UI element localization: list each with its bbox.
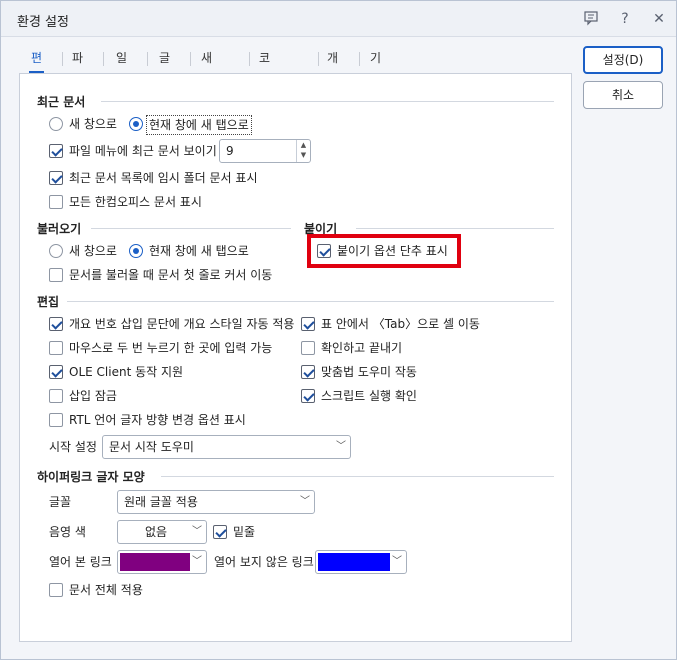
shade-color-select[interactable]: 없음 ﹀ bbox=[117, 520, 207, 544]
unvisited-color-swatch bbox=[318, 553, 390, 571]
spin-arrows-icon[interactable]: ▲ ▼ bbox=[296, 140, 310, 162]
checkbox[interactable] bbox=[49, 365, 63, 379]
radio-label: 현재 창에 새 탭으로 bbox=[149, 244, 249, 258]
section-divider bbox=[91, 228, 291, 229]
tab-separator bbox=[190, 52, 191, 66]
checkbox-label: 모든 한컴오피스 문서 표시 bbox=[69, 195, 202, 209]
section-divider bbox=[67, 301, 554, 302]
checkbox[interactable] bbox=[49, 171, 63, 185]
checkbox-label: 맞춤법 도우미 작동 bbox=[321, 365, 417, 379]
checkbox[interactable] bbox=[49, 341, 63, 355]
checkbox[interactable] bbox=[213, 525, 227, 539]
start-setting-value: 문서 시작 도우미 bbox=[109, 440, 194, 454]
checkbox-label: 최근 문서 목록에 임시 폴더 문서 표시 bbox=[69, 171, 258, 185]
tab-edit[interactable]: 편집 bbox=[29, 47, 45, 87]
checkbox-label: 개요 번호 삽입 문단에 개요 스타일 자동 적용 bbox=[69, 317, 295, 331]
tab-etc[interactable]: 기타 bbox=[368, 47, 383, 87]
radio-label: 새 창으로 bbox=[69, 244, 117, 258]
chevron-down-icon: ﹀ bbox=[336, 441, 346, 452]
checkbox[interactable] bbox=[49, 583, 63, 597]
checkbox[interactable] bbox=[49, 144, 63, 158]
tab-separator bbox=[249, 52, 250, 66]
section-divider bbox=[161, 476, 554, 477]
checkbox[interactable] bbox=[301, 317, 315, 331]
shade-color-label: 음영 색 bbox=[49, 525, 86, 539]
title-bar: 환경 설정 ? ✕ bbox=[1, 1, 676, 37]
radio-button[interactable] bbox=[129, 117, 143, 131]
radio-label: 새 창으로 bbox=[69, 117, 117, 131]
visited-color-swatch bbox=[120, 553, 190, 571]
checkbox[interactable] bbox=[49, 389, 63, 403]
checkbox[interactable] bbox=[317, 244, 331, 258]
close-icon[interactable]: ✕ bbox=[650, 10, 668, 28]
chevron-down-icon: ﹀ bbox=[392, 556, 402, 567]
start-setting-label: 시작 설정 bbox=[49, 440, 97, 454]
recent-count-value: 9 bbox=[226, 144, 234, 158]
checkbox[interactable] bbox=[301, 389, 315, 403]
tab-font[interactable]: 글꼴 bbox=[157, 47, 172, 87]
chevron-down-icon: ﹀ bbox=[192, 526, 202, 537]
settings-dialog: 환경 설정 ? ✕ 편집 파일 일반 글꼴 새 문서 코드 형식 개체 기타 설… bbox=[0, 0, 677, 660]
tab-file[interactable]: 파일 bbox=[70, 47, 85, 87]
hyperlink-heading: 하이퍼링크 글자 모양 bbox=[37, 470, 145, 484]
tab-code-format[interactable]: 코드 형식 bbox=[257, 47, 272, 131]
checkbox[interactable] bbox=[49, 268, 63, 282]
checkbox-label: 확인하고 끝내기 bbox=[321, 341, 403, 355]
chevron-down-icon: ﹀ bbox=[300, 496, 310, 507]
visited-link-color-select[interactable]: ﹀ bbox=[117, 550, 207, 574]
tab-separator bbox=[147, 52, 148, 66]
tab-separator bbox=[318, 52, 319, 66]
radio-button[interactable] bbox=[49, 117, 63, 131]
tab-general[interactable]: 일반 bbox=[114, 47, 129, 87]
recent-documents-heading: 최근 문서 bbox=[37, 95, 86, 109]
hyperlink-font-label: 글꼴 bbox=[49, 495, 72, 509]
open-heading: 불러오기 bbox=[37, 222, 82, 236]
ok-button[interactable]: 설정(D) bbox=[583, 46, 663, 74]
visited-link-label: 열어 본 링크 bbox=[49, 555, 112, 569]
edit-heading: 편집 bbox=[37, 295, 60, 309]
chevron-down-icon: ﹀ bbox=[192, 556, 202, 567]
checkbox-label: RTL 언어 글자 방향 변경 옵션 표시 bbox=[69, 413, 246, 427]
start-setting-select[interactable]: 문서 시작 도우미 ﹀ bbox=[102, 435, 351, 459]
section-divider bbox=[356, 228, 554, 229]
checkbox-label: 파일 메뉴에 최근 문서 보이기 bbox=[69, 144, 217, 158]
tab-separator bbox=[359, 52, 360, 66]
checkbox-label: 표 안에서 〈Tab〉으로 셀 이동 bbox=[321, 317, 480, 331]
radio-button[interactable] bbox=[49, 244, 63, 258]
shade-color-value: 없음 bbox=[144, 525, 168, 539]
checkbox[interactable] bbox=[301, 365, 315, 379]
checkbox-label: 마우스로 두 번 누르기 한 곳에 입력 가능 bbox=[69, 341, 273, 355]
tab-separator bbox=[62, 52, 63, 66]
radio-button[interactable] bbox=[129, 244, 143, 258]
feedback-icon[interactable] bbox=[582, 10, 600, 28]
help-icon[interactable]: ? bbox=[616, 10, 634, 28]
unvisited-link-color-select[interactable]: ﹀ bbox=[315, 550, 407, 574]
tab-separator bbox=[103, 52, 104, 66]
checkbox-label: 붙이기 옵션 단추 표시 bbox=[337, 244, 448, 258]
radio-label: 현재 창에 새 탭으로 bbox=[146, 115, 252, 135]
checkbox[interactable] bbox=[301, 341, 315, 355]
tab-object[interactable]: 개체 bbox=[325, 47, 340, 87]
hyperlink-font-value: 원래 글꼴 적용 bbox=[124, 495, 198, 509]
checkbox-label: 문서 전체 적용 bbox=[69, 583, 143, 597]
unvisited-link-label: 열어 보지 않은 링크 bbox=[214, 555, 314, 569]
checkbox-label: 스크립트 실행 확인 bbox=[321, 389, 417, 403]
checkbox-label: 삽입 잠금 bbox=[69, 389, 117, 403]
recent-count-stepper[interactable]: 9 ▲ ▼ bbox=[219, 139, 311, 163]
checkbox[interactable] bbox=[49, 413, 63, 427]
section-divider bbox=[101, 101, 554, 102]
dialog-title: 환경 설정 bbox=[17, 15, 69, 30]
checkbox-label: OLE Client 동작 지원 bbox=[69, 365, 184, 379]
checkbox[interactable] bbox=[49, 195, 63, 209]
checkbox[interactable] bbox=[49, 317, 63, 331]
checkbox-label: 밑줄 bbox=[233, 525, 256, 539]
checkbox-label: 문서를 불러올 때 문서 첫 줄로 커서 이동 bbox=[69, 268, 273, 282]
tab-new-document[interactable]: 새 문서 bbox=[199, 47, 214, 109]
cancel-button[interactable]: 취소 bbox=[583, 81, 663, 109]
hyperlink-font-select[interactable]: 원래 글꼴 적용 ﹀ bbox=[117, 490, 315, 514]
